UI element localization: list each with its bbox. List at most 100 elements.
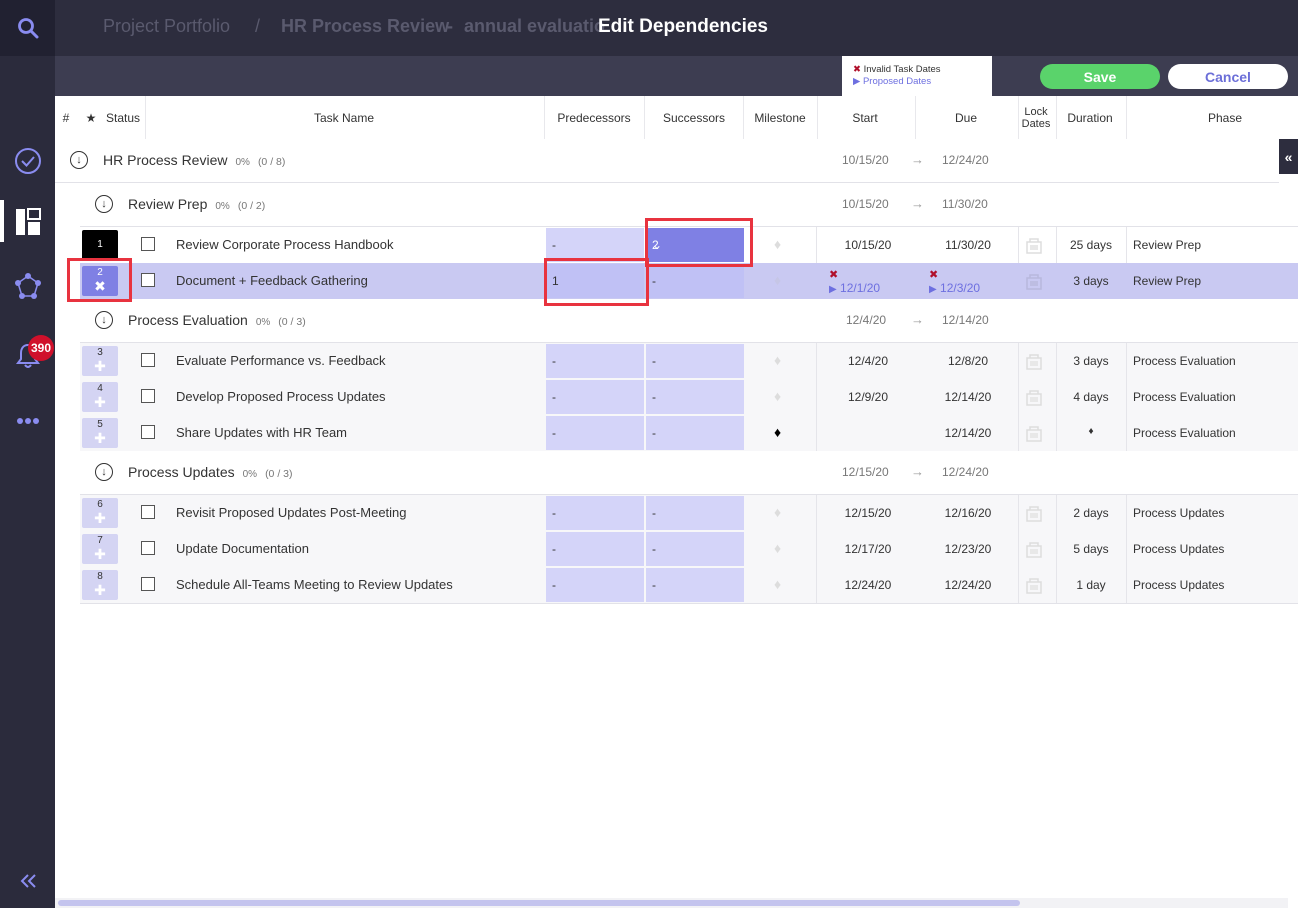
milestone-diamond-icon[interactable]: ♦ [774,388,781,404]
double-chevron-left-icon: « [1284,148,1293,165]
phase-row[interactable]: ↓ Process Evaluation 0% (0 / 3) 12/4/20 → … [80,299,1298,343]
lock-icon[interactable] [1025,236,1043,254]
add-icon[interactable]: ✚ [82,547,118,561]
table-row[interactable]: 2 ✖ Document + Feedback Gathering 1 - ♦ ✖… [80,263,1298,300]
lock-icon[interactable] [1025,576,1043,594]
col-status[interactable]: Status [103,96,143,139]
predecessors-value: - [552,354,556,368]
status-checkbox[interactable] [141,353,155,367]
col-lock-dates[interactable]: Lock Dates [1019,96,1053,139]
lock-icon[interactable] [1025,504,1043,522]
collapse-toggle-icon[interactable]: ↓ [95,463,113,481]
milestone-diamond-icon[interactable]: ♦ [774,504,781,520]
task-name[interactable]: Schedule All-Teams Meeting to Review Upd… [176,577,453,592]
predecessors-field[interactable]: - [546,496,644,530]
task-name[interactable]: Document + Feedback Gathering [176,273,368,288]
col-task-name[interactable]: Task Name [146,96,542,139]
status-checkbox[interactable] [141,425,155,439]
predecessors-field[interactable]: - [546,344,644,378]
milestone-diamond-icon[interactable]: ♦ [774,272,781,288]
milestone-diamond-icon[interactable]: ♦ [774,236,781,252]
lock-icon[interactable] [1025,540,1043,558]
project-row[interactable]: ↓ HR Process Review 0% (0 / 8) 10/15/20 → … [55,139,1279,183]
predecessors-field[interactable]: - [546,416,644,450]
collapse-toggle-icon[interactable]: ↓ [95,311,113,329]
phase-row[interactable]: ↓ Process Updates 0% (0 / 3) 12/15/20 → 12… [80,451,1298,495]
predecessors-field[interactable]: - [546,532,644,566]
task-number[interactable]: 7 ✚ [82,534,118,564]
invalid-date-icon: ✖ [929,269,939,281]
status-checkbox[interactable] [141,389,155,403]
task-number[interactable]: 3 ✚ [82,346,118,376]
breadcrumb-portfolio[interactable]: Project Portfolio [103,16,230,37]
lock-icon[interactable] [1025,424,1043,442]
add-icon[interactable]: ✚ [82,431,118,445]
table-row[interactable]: 7 ✚ Update Documentation - - ♦ 12/17/20 1… [80,531,1298,568]
breadcrumb-project[interactable]: HR Process Review [281,16,449,37]
col-star[interactable]: ★ [80,96,102,139]
predecessors-field[interactable]: - [546,228,644,262]
lock-icon[interactable] [1025,352,1043,370]
successors-field[interactable]: - [646,496,744,530]
collapse-rail-button[interactable] [0,870,55,892]
col-start[interactable]: Start [818,96,912,139]
table-row[interactable]: 8 ✚ Schedule All-Teams Meeting to Review … [80,567,1298,604]
status-checkbox[interactable] [141,541,155,555]
status-checkbox[interactable] [141,237,155,251]
task-name[interactable]: Revisit Proposed Updates Post-Meeting [176,505,407,520]
col-phase[interactable]: Phase [1127,96,1298,139]
task-name[interactable]: Develop Proposed Process Updates [176,389,386,404]
projects-nav[interactable] [0,207,55,237]
tasks-nav[interactable] [0,146,55,176]
task-number[interactable]: 5 ✚ [82,418,118,448]
save-button[interactable]: Save [1040,64,1160,89]
col-predecessors[interactable]: Predecessors [545,96,643,139]
task-number[interactable]: 1 [82,230,118,260]
add-icon[interactable]: ✚ [82,359,118,373]
table-row[interactable]: 5 ✚ Share Updates with HR Team - - ♦ 12/1… [80,415,1298,452]
task-name[interactable]: Evaluate Performance vs. Feedback [176,353,386,368]
horizontal-scrollbar-thumb[interactable] [58,900,1020,906]
add-icon[interactable]: ✚ [82,511,118,525]
task-number[interactable]: 8 ✚ [82,570,118,600]
task-name[interactable]: Share Updates with HR Team [176,425,347,440]
status-checkbox[interactable] [141,273,155,287]
predecessors-field[interactable]: - [546,568,644,602]
milestone-diamond-icon[interactable]: ♦ [774,540,781,556]
successors-field[interactable]: - [646,264,744,298]
network-nav[interactable] [0,272,55,302]
status-checkbox[interactable] [141,505,155,519]
col-milestone[interactable]: Milestone [744,96,816,139]
add-icon[interactable]: ✚ [82,583,118,597]
duration: 4 days [1073,390,1109,404]
milestone-diamond-icon[interactable]: ♦ [774,424,781,440]
lock-icon[interactable] [1025,388,1043,406]
table-row[interactable]: 4 ✚ Develop Proposed Process Updates - - … [80,379,1298,416]
search-button[interactable] [0,0,55,56]
cancel-button[interactable]: Cancel [1168,64,1288,89]
collapse-toggle-icon[interactable]: ↓ [95,195,113,213]
successors-field[interactable]: - [646,568,744,602]
table-row[interactable]: 6 ✚ Revisit Proposed Updates Post-Meeting… [80,495,1298,532]
milestone-diamond-icon[interactable]: ♦ [774,576,781,592]
task-number[interactable]: 4 ✚ [82,382,118,412]
more-nav[interactable] [0,412,55,430]
task-number[interactable]: 6 ✚ [82,498,118,528]
lock-icon[interactable] [1025,272,1043,290]
collapse-toggle-icon[interactable]: ↓ [70,151,88,169]
task-name[interactable]: Review Corporate Process Handbook [176,237,394,252]
successors-field[interactable]: - [646,380,744,414]
col-duration[interactable]: Duration [1057,96,1123,139]
col-successors[interactable]: Successors [645,96,743,139]
successors-field[interactable]: - [646,532,744,566]
table-row[interactable]: 3 ✚ Evaluate Performance vs. Feedback - -… [80,343,1298,380]
successors-field[interactable]: - [646,344,744,378]
task-name[interactable]: Update Documentation [176,541,309,556]
collapse-panel-button[interactable]: « [1279,139,1298,174]
add-icon[interactable]: ✚ [82,395,118,409]
milestone-diamond-icon[interactable]: ♦ [774,352,781,368]
col-due[interactable]: Due [916,96,1016,139]
predecessors-field[interactable]: - [546,380,644,414]
successors-field[interactable]: - [646,416,744,450]
status-checkbox[interactable] [141,577,155,591]
